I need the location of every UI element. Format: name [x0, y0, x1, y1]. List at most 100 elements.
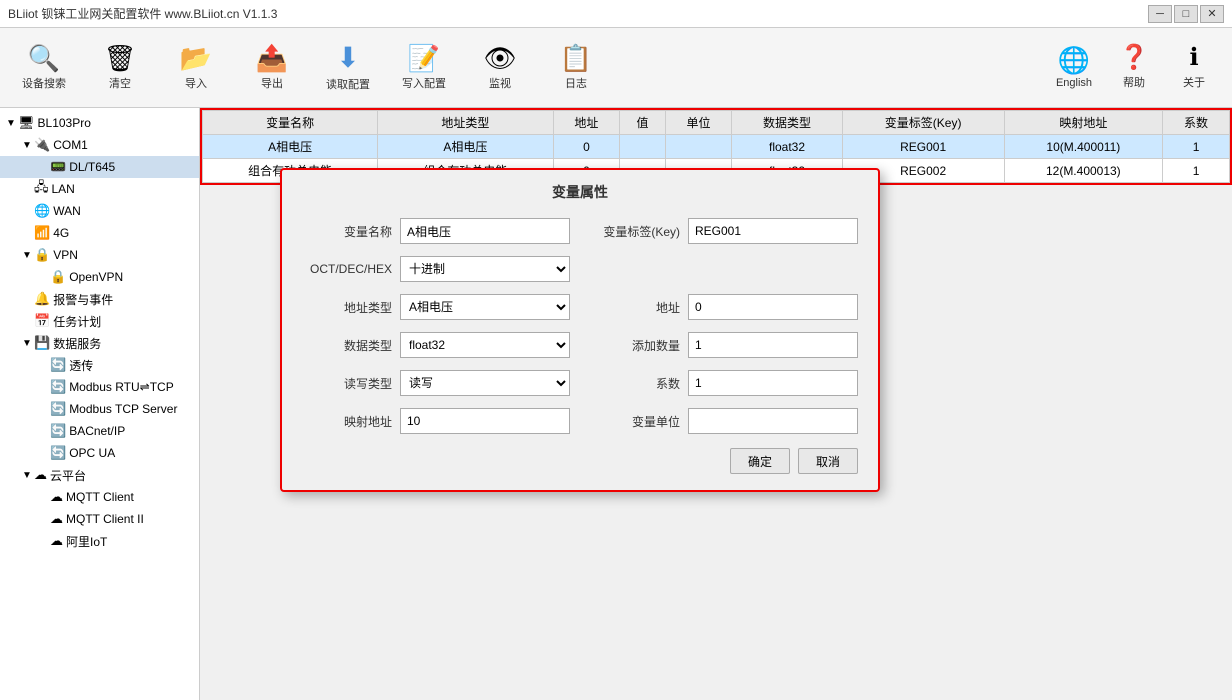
sidebar-item-bl103pro[interactable]: ▼🖥BL103Pro	[0, 112, 199, 134]
unit-row: 变量单位	[590, 408, 858, 434]
addr-type-row: 地址类型 A相电压	[302, 294, 570, 320]
tree-label-aliyun-iot: 阿里IoT	[66, 533, 107, 550]
table-header-cell: 数据类型	[732, 111, 842, 135]
sidebar-item-aliyun-iot[interactable]: ☁阿里IoT	[0, 530, 199, 552]
data-type-select[interactable]: float32int16int32uint16uint32	[400, 332, 570, 358]
sidebar-item-dl-t645[interactable]: 📟DL/T645	[0, 156, 199, 178]
maximize-button[interactable]: □	[1174, 5, 1198, 23]
export-icon: 📤	[256, 45, 288, 71]
sidebar-item-com1[interactable]: ▼🔌COM1	[0, 134, 199, 156]
table-header-cell: 映射地址	[1004, 111, 1162, 135]
close-button[interactable]: ✕	[1200, 5, 1224, 23]
map-addr-input[interactable]	[400, 408, 570, 434]
addr-input[interactable]	[688, 294, 858, 320]
table-header-cell: 值	[620, 111, 665, 135]
tree-label-com1: COM1	[53, 138, 88, 152]
cancel-button[interactable]: 取消	[798, 448, 858, 474]
var-key-input[interactable]	[688, 218, 858, 244]
about-button[interactable]: ℹ 关于	[1166, 34, 1222, 102]
dialog-title: 变量属性	[302, 182, 858, 202]
log-icon: 📋	[560, 45, 592, 71]
confirm-button[interactable]: 确定	[730, 448, 790, 474]
sidebar-item-wan[interactable]: 🌐WAN	[0, 200, 199, 222]
log-button[interactable]: 📋 日志	[542, 34, 610, 102]
tree-label-task: 任务计划	[53, 313, 101, 330]
sidebar-item-bacnet-ip[interactable]: 🔄BACnet/IP	[0, 420, 199, 442]
addr-row: 地址	[590, 294, 858, 320]
sidebar-item-modbus-rtu-tcp[interactable]: 🔄Modbus RTU⇌TCP	[0, 376, 199, 398]
monitor-icon: 👁	[483, 45, 516, 71]
tree-label-modbus-rtu-tcp: Modbus RTU⇌TCP	[69, 380, 174, 394]
toolbar: 🔍 设备搜索 🗑 清空 📂 导入 📤 导出 ⬇ 读取配置 📝 写入配置 👁 监视…	[0, 28, 1232, 108]
import-button[interactable]: 📂 导入	[162, 34, 230, 102]
monitor-button[interactable]: 👁 监视	[466, 34, 534, 102]
table-cell: A相电压	[203, 135, 378, 159]
dialog-footer: 确定 取消	[302, 448, 858, 474]
device-search-button[interactable]: 🔍 设备搜索	[10, 34, 78, 102]
tree-label-modbus-tcp-server: Modbus TCP Server	[69, 402, 177, 416]
toolbar-right: 🌐 English ❓ 帮助 ℹ 关于	[1046, 34, 1222, 102]
sidebar-item-alert[interactable]: 🔔报警与事件	[0, 288, 199, 310]
variable-properties-dialog: 变量属性 变量名称 变量标签(Key) OCT/DEC/HEX 十进制八进制十六…	[280, 168, 880, 492]
unit-input[interactable]	[688, 408, 858, 434]
expand-icon-com1: ▼	[20, 140, 34, 151]
tree-label-vpn: VPN	[53, 248, 78, 262]
tree-label-4g: 4G	[53, 226, 69, 240]
oct-dec-hex-row: OCT/DEC/HEX 十进制八进制十六进制	[302, 256, 570, 282]
map-addr-row: 映射地址	[302, 408, 570, 434]
table-header-cell: 地址类型	[378, 111, 553, 135]
tree-label-cloud: 云平台	[50, 467, 86, 484]
tree-label-mqtt-client-2: MQTT Client II	[66, 512, 144, 526]
addr-type-label: 地址类型	[302, 299, 392, 316]
sidebar-item-task[interactable]: 📅任务计划	[0, 310, 199, 332]
table-row[interactable]: A相电压A相电压0float32REG00110(M.400011)1	[203, 135, 1230, 159]
sidebar-item-opc-ua[interactable]: 🔄OPC UA	[0, 442, 199, 464]
table-header-cell: 变量标签(Key)	[842, 111, 1004, 135]
sidebar-item-openvpn[interactable]: 🔒OpenVPN	[0, 266, 199, 288]
table-header-cell: 变量名称	[203, 111, 378, 135]
sidebar-item-4g[interactable]: 📶4G	[0, 222, 199, 244]
coeff-input[interactable]	[688, 370, 858, 396]
addr-label: 地址	[590, 299, 680, 316]
tree-node-icon-lan: 🖧	[34, 178, 49, 200]
sidebar-item-modbus-tcp-server[interactable]: 🔄Modbus TCP Server	[0, 398, 199, 420]
help-button[interactable]: ❓ 帮助	[1106, 34, 1162, 102]
rw-type-select[interactable]: 读写只读只写	[400, 370, 570, 396]
tree-label-mqtt-client: MQTT Client	[66, 490, 134, 504]
tree-node-icon-cloud: ☁	[34, 467, 47, 483]
import-icon: 📂	[180, 45, 212, 71]
unit-label: 变量单位	[590, 413, 680, 430]
table-header-cell: 单位	[665, 111, 732, 135]
sidebar-item-mqtt-client-2[interactable]: ☁MQTT Client II	[0, 508, 199, 530]
read-config-button[interactable]: ⬇ 读取配置	[314, 34, 382, 102]
addr-type-select[interactable]: A相电压	[400, 294, 570, 320]
sidebar-item-data-service[interactable]: ▼💾数据服务	[0, 332, 199, 354]
coeff-label: 系数	[590, 375, 680, 392]
english-button[interactable]: 🌐 English	[1046, 34, 1102, 102]
rw-type-row: 读写类型 读写只读只写	[302, 370, 570, 396]
table-cell	[620, 135, 665, 159]
sidebar-item-cloud[interactable]: ▼☁云平台	[0, 464, 199, 486]
table-cell: 1	[1163, 159, 1230, 183]
rw-type-label: 读写类型	[302, 375, 392, 392]
sidebar-item-mqtt-client[interactable]: ☁MQTT Client	[0, 486, 199, 508]
export-button[interactable]: 📤 导出	[238, 34, 306, 102]
titlebar-controls: ─ □ ✕	[1148, 5, 1224, 23]
clear-label: 清空	[109, 75, 131, 91]
clear-button[interactable]: 🗑 清空	[86, 34, 154, 102]
tree-label-bl103pro: BL103Pro	[38, 116, 91, 130]
write-config-button[interactable]: 📝 写入配置	[390, 34, 458, 102]
table-cell	[665, 135, 732, 159]
add-count-input[interactable]	[688, 332, 858, 358]
oct-dec-hex-select[interactable]: 十进制八进制十六进制	[400, 256, 570, 282]
tree-node-icon-dl-t645: 📟	[50, 159, 66, 175]
var-name-input[interactable]	[400, 218, 570, 244]
sidebar-item-vpn[interactable]: ▼🔒VPN	[0, 244, 199, 266]
minimize-button[interactable]: ─	[1148, 5, 1172, 23]
log-label: 日志	[565, 75, 587, 91]
sidebar-item-lan[interactable]: 🖧LAN	[0, 178, 199, 200]
tree-node-icon-com1: 🔌	[34, 137, 50, 153]
main-area: ▼🖥BL103Pro▼🔌COM1📟DL/T645🖧LAN🌐WAN📶4G▼🔒VPN…	[0, 108, 1232, 700]
tree-node-icon-vpn: 🔒	[34, 247, 50, 263]
sidebar-item-transparent[interactable]: 🔄透传	[0, 354, 199, 376]
